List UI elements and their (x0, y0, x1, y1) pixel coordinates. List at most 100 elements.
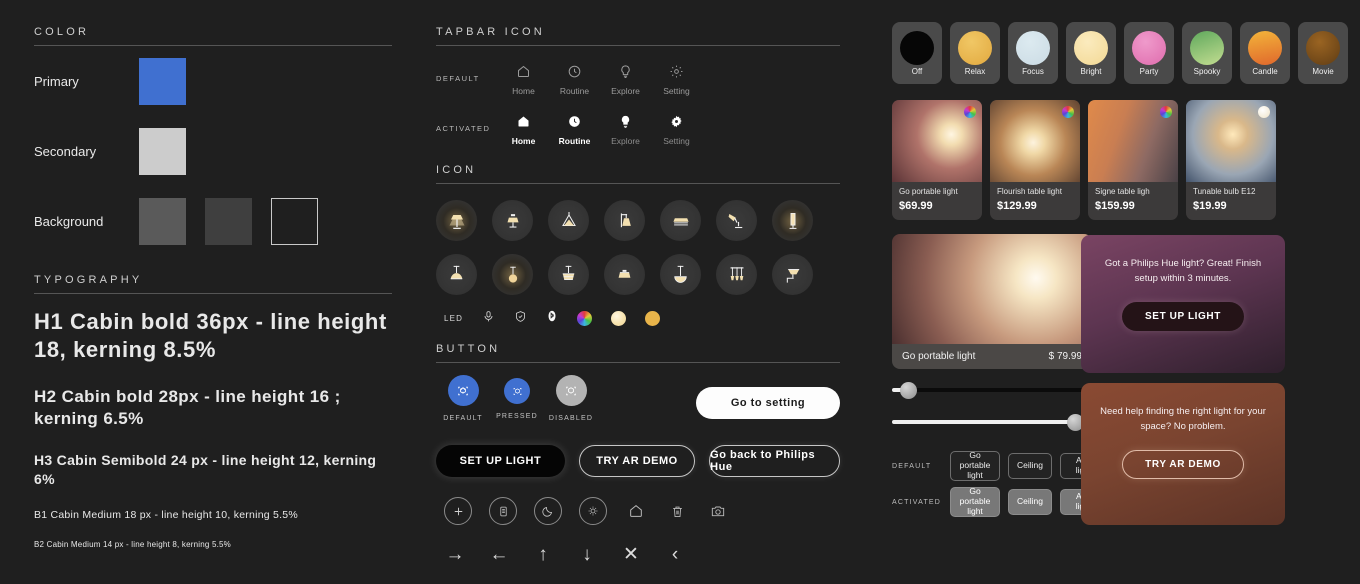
table-lamp-icon[interactable] (436, 200, 477, 241)
brightness-slider-high[interactable] (892, 411, 1092, 433)
scene-candle[interactable]: Candle (1240, 22, 1290, 84)
set-up-light-button[interactable]: SET UP LIGHT (1122, 302, 1244, 332)
wall-sconce-icon[interactable] (604, 200, 645, 241)
chip-go-portable-light-active[interactable]: Go portable light (950, 486, 1000, 517)
arrow-right-icon[interactable]: → (444, 545, 466, 564)
tabbar-item-explore-active[interactable]: Explore (600, 110, 651, 146)
scene-spooky[interactable]: Spooky (1182, 22, 1232, 84)
color-swatch-secondary[interactable] (139, 127, 186, 175)
section-icon: ICON (436, 164, 840, 184)
cone-pendant-icon[interactable] (548, 200, 589, 241)
scene-color-dot (958, 30, 992, 65)
arrow-up-icon[interactable]: ↑ (532, 545, 554, 564)
amber-dot[interactable] (645, 311, 661, 326)
bowl-ceiling-icon[interactable] (604, 254, 645, 295)
angled-sconce-icon[interactable] (772, 254, 813, 295)
column-color-typography: COLOR Primary Secondary Background TYPOG… (0, 0, 426, 584)
tabbar-item-routine-active[interactable]: Routine (549, 110, 600, 146)
tabbar-label: Explore (611, 86, 640, 96)
hero-info-bar: Go portable light $ 79.99 (892, 344, 1092, 369)
shield-check-icon[interactable] (514, 309, 527, 329)
slider-track (892, 388, 1092, 392)
camera-icon[interactable] (706, 499, 730, 523)
go-to-setting-button[interactable]: Go to setting (696, 387, 840, 419)
tabbar-item-setting-active[interactable]: Setting (651, 110, 702, 146)
product-name: Flourish table light (997, 187, 1062, 196)
tabbar-label: Routine (559, 86, 590, 96)
slider-knob[interactable] (900, 381, 917, 399)
arrow-down-icon[interactable]: ↓ (576, 545, 598, 564)
scene-movie[interactable]: Movie (1298, 22, 1348, 84)
drum-pendant-icon[interactable] (548, 254, 589, 295)
scene-label: Spooky (1193, 66, 1221, 76)
bluetooth-icon[interactable] (546, 308, 558, 329)
color-capability-badge (1258, 106, 1270, 118)
dome-pendant-icon[interactable] (436, 254, 477, 295)
column-components: TAPBAR ICON DEFAULT Home Routine Explore… (426, 0, 866, 584)
rgb-color-dot[interactable] (577, 311, 593, 326)
go-back-to-philips-hue-button[interactable]: Go back to Philips Hue (709, 445, 841, 477)
color-swatch-background-2[interactable] (205, 197, 252, 245)
list-icon[interactable] (489, 497, 517, 525)
scene-label: Bright (1080, 66, 1102, 76)
chip-ceiling[interactable]: Ceiling (1008, 453, 1052, 479)
plus-icon[interactable] (444, 497, 472, 525)
trash-icon[interactable] (665, 499, 689, 523)
scene-party[interactable]: Party (1124, 22, 1174, 84)
typography-heading: TYPOGRAPHY (34, 274, 143, 286)
color-capability-badge (1062, 106, 1074, 118)
try-ar-demo-button[interactable]: TRY AR DEMO (578, 445, 696, 477)
scene-color-dot (1306, 30, 1340, 65)
swatch-row-secondary: Secondary (34, 116, 392, 186)
ar-cube-icon (555, 375, 587, 406)
color-swatch-background-3[interactable] (271, 197, 318, 245)
desk-lamp-icon[interactable] (716, 200, 757, 241)
scene-relax[interactable]: Relax (950, 22, 1000, 84)
tabbar-item-routine[interactable]: Routine (549, 60, 600, 96)
product-card[interactable]: Flourish table light $129.99 (990, 100, 1080, 220)
home-icon[interactable] (624, 499, 648, 523)
chip-ceiling-active[interactable]: Ceiling (1008, 489, 1052, 515)
set-up-light-button[interactable]: SET UP LIGHT (436, 445, 565, 477)
scene-label: Off (911, 66, 923, 76)
tabbar-item-setting[interactable]: Setting (651, 60, 702, 96)
scene-color-dot (1132, 30, 1166, 65)
hero-product-card[interactable]: Go portable light $ 79.99 (892, 234, 1092, 369)
scene-bright[interactable]: Bright (1066, 22, 1116, 84)
flat-panel-icon[interactable] (660, 200, 701, 241)
moon-icon[interactable] (534, 497, 562, 525)
color-capability-badge (1160, 106, 1172, 118)
brightness-slider-low[interactable] (892, 379, 1092, 401)
triple-pendant-icon[interactable] (716, 254, 757, 295)
tabbar-item-explore[interactable]: Explore (600, 60, 651, 96)
warm-white-dot[interactable] (611, 311, 627, 326)
arrow-left-icon[interactable]: ← (488, 545, 510, 564)
color-swatch-primary[interactable] (139, 57, 186, 105)
promo-card-ar-demo: Need help finding the right light for yo… (1081, 383, 1285, 525)
divider (34, 293, 392, 294)
color-swatch-background-1[interactable] (139, 197, 186, 245)
icon-row-2 (436, 254, 840, 295)
tabbar-item-home-active[interactable]: Home (498, 110, 549, 146)
chip-go-portable-light[interactable]: Go portable light (950, 450, 1000, 481)
product-card[interactable]: Tunable bulb E12 $19.99 (1186, 100, 1276, 220)
globe-pendant-icon[interactable] (492, 254, 533, 295)
state-label-activated: ACTIVATED (892, 498, 942, 506)
tabbar-item-home[interactable]: Home (498, 60, 549, 96)
scene-focus[interactable]: Focus (1008, 22, 1058, 84)
chevron-left-icon[interactable]: ‹ (664, 545, 686, 564)
product-card[interactable]: Signe table ligh $159.99 (1088, 100, 1178, 220)
mic-icon[interactable] (482, 309, 495, 329)
half-dome-icon[interactable] (660, 254, 701, 295)
floor-tube-icon[interactable] (772, 200, 813, 241)
swatch-label: Secondary (34, 143, 97, 159)
product-card[interactable]: Go portable light $69.99 (892, 100, 982, 220)
close-icon[interactable]: ✕ (620, 545, 642, 564)
shade-lamp-icon[interactable] (492, 200, 533, 241)
brightness-icon[interactable] (579, 497, 607, 525)
scene-off[interactable]: Off (892, 22, 942, 84)
hero-product-price: $ 79.99 (1048, 351, 1082, 362)
try-ar-demo-button[interactable]: TRY AR DEMO (1122, 450, 1244, 480)
ar-button-pressed[interactable]: PRESSED (490, 375, 544, 420)
ar-button-default[interactable]: DEFAULT (436, 375, 490, 422)
